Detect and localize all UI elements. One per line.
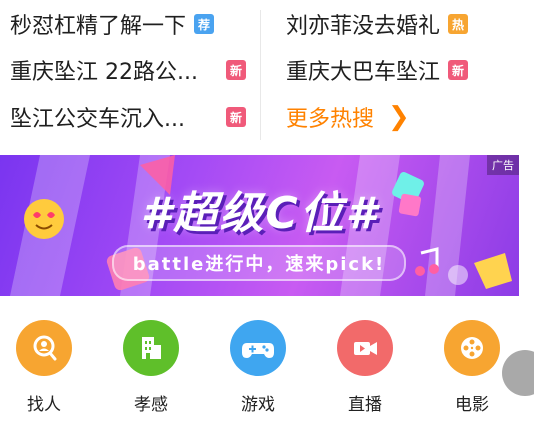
ad-label: 广告 [487, 155, 519, 175]
music-note-icon [415, 247, 439, 276]
shortcut-label: 游戏 [241, 395, 275, 415]
shortcut-city[interactable]: 孝感 [116, 320, 186, 415]
shortcut-movies[interactable]: 电影 [437, 320, 507, 415]
hot-search-text: 刘亦菲没去婚礼 [286, 14, 441, 39]
hot-search-text: 坠江公交车沉入... [10, 107, 185, 132]
new-badge: 新 [448, 60, 469, 80]
hot-search-text: 秒怼杠精了解一下 [10, 14, 187, 39]
city-building-icon [123, 320, 179, 376]
shortcut-games[interactable]: 游戏 [223, 320, 293, 415]
shortcut-find-person[interactable]: 找人 [9, 320, 79, 415]
shortcut-label: 找人 [27, 395, 61, 415]
shortcut-label: 电影 [455, 395, 489, 415]
column-divider [260, 10, 261, 140]
find-person-icon [16, 320, 72, 376]
hot-search-item[interactable]: 刘亦菲没去婚礼 热 [286, 6, 469, 42]
hot-search-item[interactable]: 重庆坠江 22路公... 新 [10, 52, 246, 88]
film-reel-icon [444, 320, 500, 376]
recommend-badge: 荐 [194, 14, 215, 34]
hot-search-item[interactable]: 坠江公交车沉入... 新 [10, 99, 246, 135]
hot-search-item[interactable]: 重庆大巴车坠江 新 [286, 52, 469, 88]
chevron-right-icon: ❯ [388, 102, 410, 132]
shortcut-label: 直播 [348, 395, 382, 415]
gamepad-icon [230, 320, 286, 376]
shortcut-row: 找人 孝感 游戏 直播 电影 [0, 320, 534, 424]
new-badge: 新 [226, 107, 246, 127]
more-hot-search-label: 更多热搜 [286, 107, 375, 132]
shortcut-live[interactable]: 直播 [330, 320, 400, 415]
more-hot-search-link[interactable]: 更多热搜 ❯ [286, 99, 410, 135]
shortcut-label: 孝感 [134, 395, 168, 415]
new-badge: 新 [226, 60, 246, 80]
hot-search-item[interactable]: 秒怼杠精了解一下 荐 [10, 6, 215, 42]
banner-subline: battle进行中，速来pick! [112, 245, 406, 281]
live-camera-icon [337, 320, 393, 376]
hot-badge: 热 [448, 14, 469, 34]
hot-search-section: 秒怼杠精了解一下 荐 重庆坠江 22路公... 新 坠江公交车沉入... 新 刘… [0, 0, 534, 150]
hot-search-text: 重庆大巴车坠江 [286, 60, 441, 85]
banner-headline: #超级C位# [140, 188, 379, 239]
promo-banner[interactable]: 广告 #超级C位# battle进行中，速来pick! [0, 155, 519, 296]
hot-search-text: 重庆坠江 22路公... [10, 60, 198, 85]
